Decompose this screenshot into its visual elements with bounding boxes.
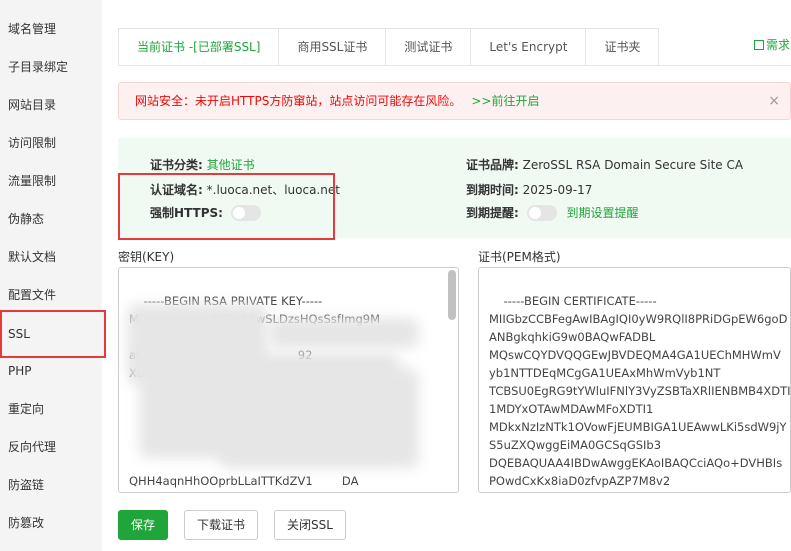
cert-domain-value: *.luoca.net、luoca.net xyxy=(206,183,340,197)
sidebar: 域名管理 子目录绑定 网站目录 访问限制 流量限制 伪静态 默认文档 配置文件 … xyxy=(0,0,106,551)
cert-info-panel: 证书分类: 其他证书 认证域名: *.luoca.net、luoca.net 强… xyxy=(118,138,791,238)
certificate-content: -----BEGIN CERTIFICATE----- MIIGbzCCBFeg… xyxy=(489,294,791,488)
force-https-toggle[interactable] xyxy=(230,205,261,221)
cert-brand-value: ZeroSSL RSA Domain Secure Site CA xyxy=(522,158,744,172)
cert-domain-label: 认证域名: xyxy=(150,183,203,197)
main-panel: 当前证书 -[已部署SSL] 商用SSL证书 测试证书 Let's Encryp… xyxy=(102,0,791,551)
key-scrollbar[interactable] xyxy=(448,270,456,320)
expire-remind-row: 到期提醒: 到期设置提醒 xyxy=(466,204,638,221)
sidebar-item-redirect[interactable]: 重定向 xyxy=(0,390,102,428)
sidebar-item-default-doc[interactable]: 默认文档 xyxy=(0,238,102,276)
apply-link-label: 需求 xyxy=(766,38,791,52)
certificate-textarea[interactable]: -----BEGIN CERTIFICATE----- MIIGbzCCBFeg… xyxy=(478,267,791,493)
sidebar-item-traffic[interactable]: 流量限制 xyxy=(0,162,102,200)
close-icon[interactable]: × xyxy=(768,83,780,119)
close-ssl-button[interactable]: 关闭SSL xyxy=(274,510,346,540)
tab-test-cert[interactable]: 测试证书 xyxy=(386,29,472,66)
save-button[interactable]: 保存 xyxy=(118,510,169,540)
security-alert: 网站安全：未开启HTTPS方防窜站，站点访问可能存在风险。 >>前往开启 × xyxy=(118,82,791,120)
sidebar-item-site-dir[interactable]: 网站目录 xyxy=(0,86,102,124)
cert-expire-row: 到期时间: 2025-09-17 xyxy=(466,181,592,198)
cert-domain-row: 认证域名: *.luoca.net、luoca.net xyxy=(150,181,340,198)
cert-category-value: 其他证书 xyxy=(206,158,255,172)
tabs-divider xyxy=(118,65,791,66)
tab-lets-encrypt[interactable]: Let's Encrypt xyxy=(471,29,587,66)
sidebar-item-subdir[interactable]: 子目录绑定 xyxy=(0,48,102,86)
sidebar-item-access[interactable]: 访问限制 xyxy=(0,124,102,162)
cert-brand-row: 证书品牌: ZeroSSL RSA Domain Secure Site CA xyxy=(466,156,743,173)
alert-enable-link[interactable]: >>前往开启 xyxy=(471,94,539,108)
tab-cert-folder[interactable]: 证书夹 xyxy=(586,29,658,66)
cert-expire-label: 到期时间: xyxy=(466,183,519,197)
download-cert-button[interactable]: 下载证书 xyxy=(184,510,259,540)
expire-remind-link[interactable]: 到期设置提醒 xyxy=(566,206,638,220)
expire-remind-toggle[interactable] xyxy=(526,205,557,221)
cert-category-row: 证书分类: 其他证书 xyxy=(150,156,255,173)
sidebar-item-rewrite[interactable]: 伪静态 xyxy=(0,200,102,238)
document-icon xyxy=(754,40,764,50)
key-label: 密钥(KEY) xyxy=(118,250,175,264)
cert-label: 证书(PEM格式) xyxy=(478,250,561,264)
redaction-blur xyxy=(219,368,419,468)
private-key-textarea[interactable]: -----BEGIN RSA PRIVATE KEY----- MII EKPg… xyxy=(118,267,459,493)
tab-commercial-ssl[interactable]: 商用SSL证书 xyxy=(279,29,387,66)
sidebar-item-proxy[interactable]: 反向代理 xyxy=(0,428,102,466)
sidebar-item-domain[interactable]: 域名管理 xyxy=(0,10,102,48)
cert-category-label: 证书分类: xyxy=(150,158,203,172)
redaction-blur xyxy=(269,318,419,348)
cert-brand-label: 证书品牌: xyxy=(466,158,519,172)
expire-remind-label: 到期提醒: xyxy=(466,206,519,220)
apply-link[interactable]: 需求 xyxy=(754,36,790,53)
sidebar-item-hotlink[interactable]: 防盗链 xyxy=(0,466,102,504)
sidebar-item-config[interactable]: 配置文件 xyxy=(0,276,102,314)
force-https-row: 强制HTTPS: xyxy=(150,204,261,221)
tab-current-cert[interactable]: 当前证书 -[已部署SSL] xyxy=(119,29,280,66)
cert-expire-value: 2025-09-17 xyxy=(522,183,593,197)
force-https-label: 强制HTTPS: xyxy=(150,206,223,220)
sidebar-item-tamper[interactable]: 防篡改 xyxy=(0,504,102,542)
sidebar-item-ssl[interactable]: SSL xyxy=(0,310,106,358)
alert-text: 网站安全：未开启HTTPS方防窜站，站点访问可能存在风险。 xyxy=(135,94,462,108)
ssl-tabs: 当前证书 -[已部署SSL] 商用SSL证书 测试证书 Let's Encryp… xyxy=(118,28,660,66)
